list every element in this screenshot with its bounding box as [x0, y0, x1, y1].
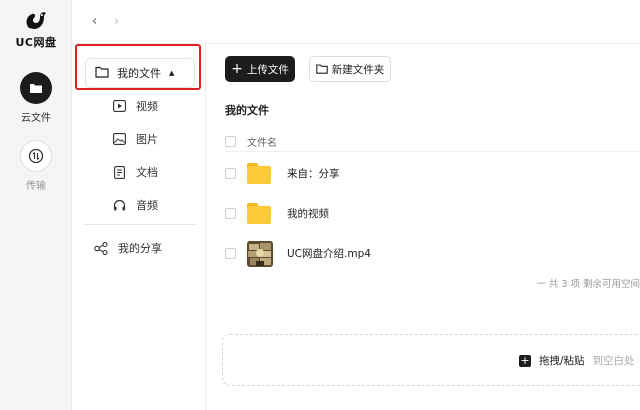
nav-item-audio[interactable]: 音频	[112, 197, 158, 213]
top-bar: ‹ ›	[72, 0, 640, 44]
upload-label: 上传文件	[246, 63, 289, 76]
file-name[interactable]: 我的视频	[287, 206, 329, 221]
drop-label: 拖拽/粘贴	[539, 355, 585, 367]
column-header: 文件名	[225, 132, 640, 152]
share-icon	[94, 241, 108, 255]
logo-text: UC网盘	[15, 36, 57, 49]
drop-hint: 到空白处	[592, 355, 635, 367]
new-folder-label: 新建文件夹	[331, 63, 385, 76]
row-checkbox[interactable]	[225, 167, 236, 179]
squirrel-logo-icon	[22, 8, 50, 32]
folder-icon	[20, 72, 52, 104]
drop-zone-text: + 拖拽/粘贴 到空白处	[519, 353, 635, 368]
folder-outline-icon	[95, 66, 109, 81]
rail-transfer[interactable]: 传输	[0, 140, 72, 192]
section-title: 我的文件	[225, 104, 269, 117]
plus-icon: +	[519, 353, 531, 367]
nav-divider	[84, 224, 196, 225]
table-row[interactable]: UC网盘介绍.mp4	[225, 238, 640, 268]
rail-label-cloud: 云文件	[21, 113, 51, 124]
nav-item-label: 图片	[136, 133, 158, 146]
folder-outline-icon	[316, 64, 328, 74]
my-files-dropdown[interactable]: 我的文件 ▲	[85, 58, 195, 88]
left-rail: UC网盘 云文件 传输	[0, 0, 72, 410]
nav-item-video[interactable]: 视频	[112, 98, 158, 114]
nav-item-document[interactable]: 文档	[112, 164, 158, 180]
headphones-icon	[112, 198, 126, 212]
video-icon	[112, 99, 126, 113]
app-logo[interactable]: UC网盘	[0, 8, 72, 50]
drop-zone[interactable]: + 拖拽/粘贴 到空白处	[222, 334, 640, 386]
nav-share-label: 我的分享	[118, 242, 162, 255]
new-folder-button[interactable]: 新建文件夹	[309, 56, 391, 82]
back-arrow-icon[interactable]: ‹	[92, 14, 97, 29]
table-row[interactable]: 来自：分享	[225, 158, 640, 188]
caret-up-icon: ▲	[169, 69, 175, 77]
document-icon	[112, 165, 126, 179]
nav-item-image[interactable]: 图片	[112, 131, 158, 147]
nav-sidebar: 我的文件 ▲ 视频 图片 文档 音频 我的分享	[72, 44, 206, 410]
rail-cloud-files[interactable]: 云文件	[0, 72, 72, 124]
my-files-label: 我的文件	[117, 67, 161, 80]
folder-icon	[247, 201, 273, 225]
file-name[interactable]: UC网盘介绍.mp4	[287, 246, 371, 261]
row-checkbox[interactable]	[225, 247, 236, 259]
folder-icon	[247, 161, 273, 185]
row-checkbox[interactable]	[225, 207, 236, 219]
file-name[interactable]: 来自：分享	[287, 166, 340, 181]
video-thumbnail	[247, 241, 273, 267]
image-icon	[112, 132, 126, 146]
column-name-header[interactable]: 文件名	[247, 134, 277, 149]
storage-footer: 一 共 3 项 剩余可用空间	[536, 279, 640, 290]
nav-item-my-share[interactable]: 我的分享	[94, 240, 162, 256]
main-content: + 上传文件 新建文件夹 我的文件 文件名 来自：分享 我的视频 UC网盘介绍.…	[207, 44, 640, 410]
nav-item-label: 视频	[136, 100, 158, 113]
select-all-checkbox[interactable]	[225, 136, 236, 147]
upload-button[interactable]: + 上传文件	[225, 56, 295, 82]
nav-item-label: 音频	[136, 199, 158, 212]
forward-arrow-icon[interactable]: ›	[114, 14, 119, 29]
transfer-icon	[20, 140, 52, 172]
table-row[interactable]: 我的视频	[225, 198, 640, 228]
plus-icon: +	[231, 61, 243, 77]
nav-item-label: 文档	[136, 166, 158, 179]
rail-label-transfer: 传输	[26, 181, 46, 192]
